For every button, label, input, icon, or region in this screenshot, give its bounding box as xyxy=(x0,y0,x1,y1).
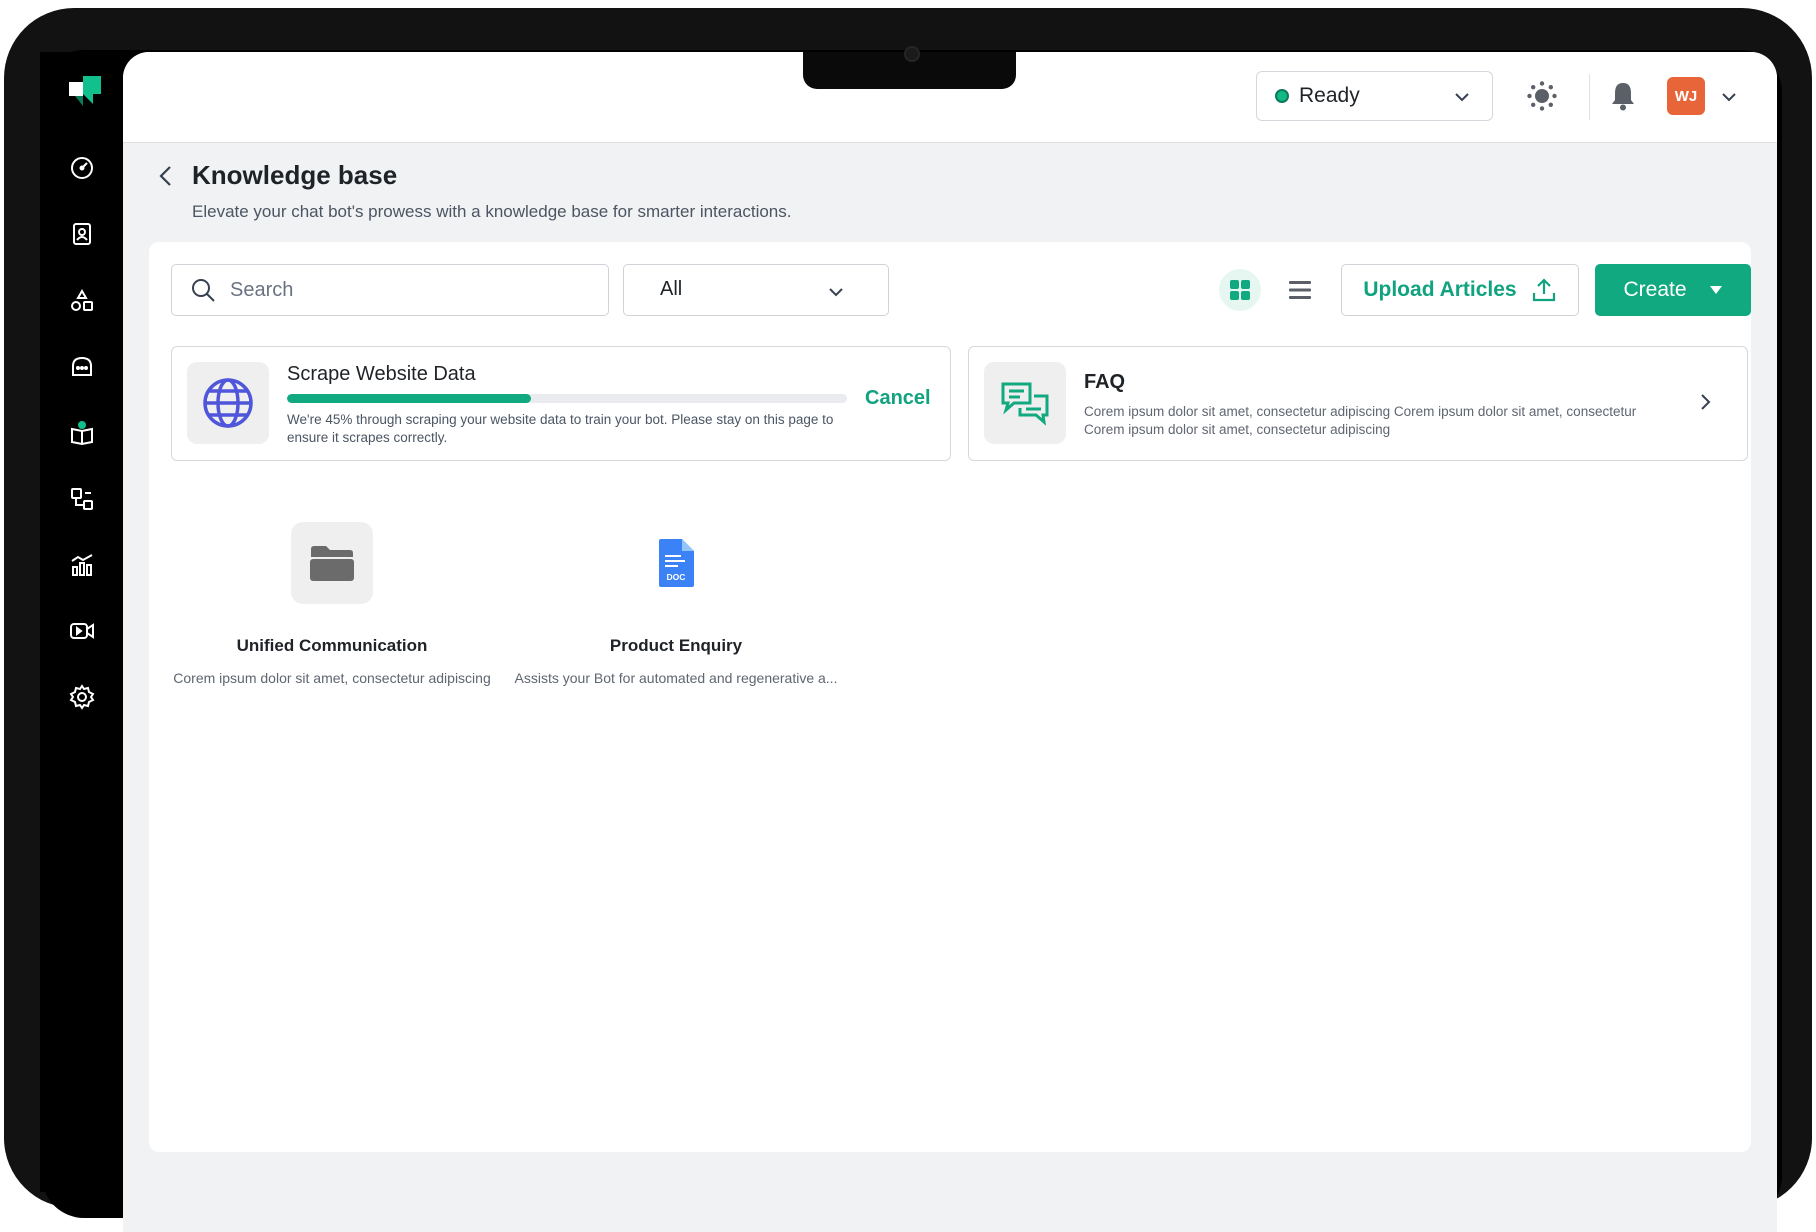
scrape-description: We're 45% through scraping your website … xyxy=(287,412,834,445)
search-icon xyxy=(192,279,215,302)
list-view-button[interactable] xyxy=(1279,269,1321,311)
kb-item-unified-communication[interactable]: Unified Communication Corem ipsum dolor … xyxy=(132,522,532,686)
nav-knowledge-base-icon[interactable] xyxy=(59,410,105,456)
doc-file-icon: DOC xyxy=(659,539,694,587)
filter-value: All xyxy=(660,278,683,300)
theme-toggle-icon[interactable] xyxy=(1526,80,1558,112)
chevron-down-icon xyxy=(829,288,843,297)
app-logo-icon[interactable] xyxy=(65,72,105,112)
search-field[interactable] xyxy=(171,264,609,316)
chevron-down-icon[interactable] xyxy=(1719,87,1739,107)
doc-file-icon-box: DOC xyxy=(635,522,717,604)
create-label: Create xyxy=(1623,278,1687,301)
nav-analytics-icon[interactable] xyxy=(59,542,105,588)
faq-description: Corem ipsum dolor sit amet, consectetur … xyxy=(1084,404,1637,437)
page-title: Knowledge base xyxy=(192,160,398,190)
user-avatar[interactable]: WJ xyxy=(1667,77,1705,115)
filter-dropdown[interactable]: All xyxy=(623,264,889,316)
search-input[interactable] xyxy=(228,277,572,303)
kb-item-description: Assists your Bot for automated and regen… xyxy=(514,670,838,686)
scrape-progress-bar xyxy=(287,394,847,403)
folder-icon-box xyxy=(291,522,373,604)
nav-flow-icon[interactable] xyxy=(59,476,105,522)
notification-bell-icon[interactable] xyxy=(1610,81,1636,111)
nav-chat-icon[interactable] xyxy=(59,344,105,390)
knowledge-base-panel: All Upload Articles Create xyxy=(149,242,1751,1152)
globe-icon-box xyxy=(187,362,269,444)
nav-contacts-icon[interactable] xyxy=(59,211,105,257)
kb-item-product-enquiry[interactable]: DOC Product Enquiry Assists your Bot for… xyxy=(476,522,876,686)
upload-icon xyxy=(1532,278,1555,302)
nav-dashboard-icon[interactable] xyxy=(59,145,105,191)
status-label: Ready xyxy=(1299,84,1360,107)
globe-icon xyxy=(203,378,253,428)
status-dot-icon xyxy=(1275,89,1289,103)
chat-bubbles-icon xyxy=(1001,382,1049,426)
kb-item-description: Corem ipsum dolor sit amet, consectetur … xyxy=(173,670,491,686)
grid-icon xyxy=(1230,280,1250,300)
camera-icon xyxy=(904,46,920,62)
list-icon xyxy=(1289,281,1311,299)
topbar-divider xyxy=(1589,74,1590,120)
nav-video-icon[interactable] xyxy=(59,608,105,654)
create-button[interactable]: Create xyxy=(1595,264,1751,316)
upload-articles-button[interactable]: Upload Articles xyxy=(1341,264,1579,316)
nav-shapes-icon[interactable] xyxy=(59,278,105,324)
kb-item-title: Product Enquiry xyxy=(609,636,743,655)
upload-articles-label: Upload Articles xyxy=(1363,278,1517,301)
chevron-right-icon[interactable] xyxy=(1695,391,1715,413)
grid-view-button[interactable] xyxy=(1219,269,1261,311)
back-arrow-icon[interactable] xyxy=(155,164,177,188)
status-dropdown[interactable]: Ready xyxy=(1256,71,1493,121)
chevron-down-icon xyxy=(1455,93,1469,102)
scrape-title: Scrape Website Data xyxy=(287,363,476,385)
page-subtitle: Elevate your chat bot's prowess with a k… xyxy=(192,202,792,221)
folder-icon xyxy=(310,546,354,581)
sidebar xyxy=(40,52,126,1192)
caret-down-icon xyxy=(1709,286,1722,294)
kb-item-title: Unified Communication xyxy=(236,636,428,655)
faq-title: FAQ xyxy=(1084,371,1126,393)
scrape-website-card: Scrape Website Data We're 45% through sc… xyxy=(171,346,951,461)
cancel-scrape-button[interactable]: Cancel xyxy=(865,387,931,410)
app-screen: Ready WJ Knowledge base Elevate your cha… xyxy=(123,52,1777,1232)
chat-bubbles-icon-box xyxy=(984,362,1066,444)
doc-icon-label: DOC xyxy=(667,572,686,582)
scrape-progress-fill xyxy=(287,394,532,403)
faq-card[interactable]: FAQ Corem ipsum dolor sit amet, consecte… xyxy=(968,346,1748,461)
nav-settings-icon[interactable] xyxy=(59,674,105,720)
